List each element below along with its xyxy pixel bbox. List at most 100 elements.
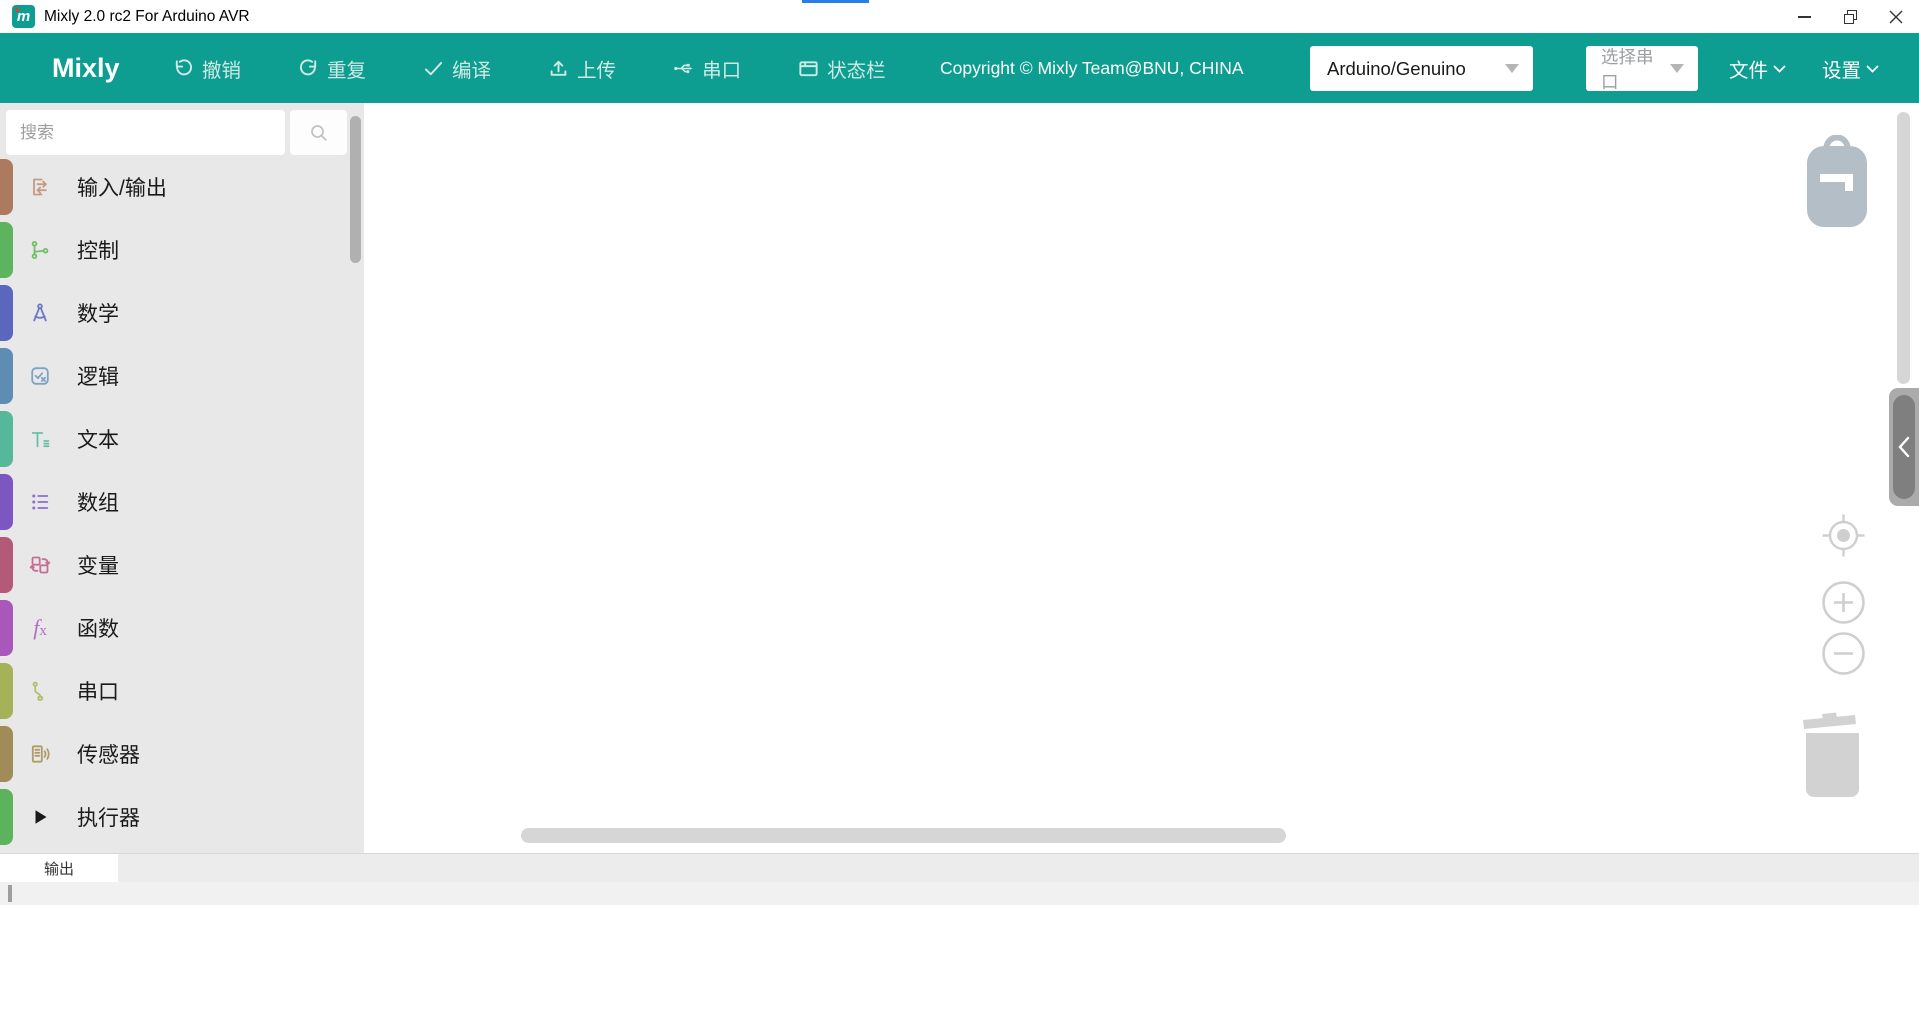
- category-color-bar: [0, 474, 13, 530]
- close-button[interactable]: [1873, 0, 1919, 33]
- zoom-reset-button[interactable]: [1820, 512, 1867, 564]
- output-strip: [0, 882, 1919, 905]
- category-color-bar: [0, 159, 13, 215]
- category-color-bar: [0, 663, 13, 719]
- category-row[interactable]: 串口: [0, 659, 364, 722]
- serial-icon: [25, 676, 55, 706]
- category-label: 逻辑: [77, 361, 119, 391]
- menu-label: 文件: [1729, 54, 1768, 83]
- main-toolbar: Mixly 撤销重复编译上传串口状态栏 Copyright © Mixly Te…: [0, 33, 1919, 103]
- zoom-out-button[interactable]: [1821, 631, 1866, 681]
- chevron-down-icon: [1866, 57, 1879, 80]
- upload-icon: [547, 57, 570, 80]
- undo-icon: [172, 57, 195, 80]
- port-select[interactable]: 选择串口: [1586, 46, 1698, 91]
- category-label: 串口: [77, 676, 119, 706]
- category-label: 输入/输出: [77, 172, 167, 202]
- redo-icon: [297, 57, 320, 80]
- menu-file[interactable]: 文件: [1729, 54, 1786, 83]
- category-label: 函数: [77, 613, 119, 643]
- toolbar-buttons: 撤销 重复 编译 上传 串口 状态栏: [172, 33, 886, 103]
- port-select-placeholder: 选择串口: [1586, 44, 1670, 94]
- toolbar-undo-button[interactable]: 撤销: [172, 54, 241, 83]
- search-icon: [307, 121, 331, 145]
- category-row[interactable]: 输入/输出: [0, 155, 364, 218]
- control-icon: [25, 235, 55, 265]
- category-row[interactable]: 数学: [0, 281, 364, 344]
- canvas-vertical-scrollbar[interactable]: [1897, 112, 1910, 384]
- category-color-bar: [0, 726, 13, 782]
- blocks-sidebar: 输入/输出控制数学逻辑文本数组变量 fx 函数串口传感器执行器: [0, 103, 364, 853]
- trash-icon[interactable]: [1800, 708, 1866, 805]
- usb-icon: [672, 57, 695, 80]
- category-row[interactable]: 逻辑: [0, 344, 364, 407]
- mixly-logo-icon: m: [12, 5, 35, 28]
- toolbar-button-label: 状态栏: [827, 54, 886, 83]
- category-row[interactable]: 数组: [0, 470, 364, 533]
- function-icon: fx: [25, 613, 55, 643]
- category-label: 文本: [77, 424, 119, 454]
- statusbar-icon: [797, 57, 820, 80]
- minimize-button[interactable]: [1781, 0, 1827, 33]
- copyright-text: Copyright © Mixly Team@BNU, CHINA: [940, 33, 1244, 103]
- toolbar-statusbar-button[interactable]: 状态栏: [797, 54, 886, 83]
- category-label: 数组: [77, 487, 119, 517]
- close-icon: [1889, 10, 1903, 24]
- tab-output-label: 输出: [44, 858, 74, 879]
- tab-output[interactable]: 输出: [0, 854, 118, 883]
- chevron-down-icon: [1670, 64, 1684, 73]
- category-row[interactable]: 传感器: [0, 722, 364, 785]
- chevron-down-icon: [1773, 57, 1786, 80]
- category-color-bar: [0, 348, 13, 404]
- toolbar-menus: 文件 设置: [1729, 33, 1879, 103]
- window-controls: [1781, 0, 1919, 33]
- category-row[interactable]: fx 函数: [0, 596, 364, 659]
- window-title: Mixly 2.0 rc2 For Arduino AVR: [44, 0, 250, 33]
- menu-settings[interactable]: 设置: [1822, 54, 1879, 83]
- blockly-workspace[interactable]: [364, 103, 1919, 853]
- expand-code-panel-button[interactable]: [1893, 395, 1915, 499]
- zoom-in-button[interactable]: [1821, 580, 1866, 630]
- category-label: 控制: [77, 235, 119, 265]
- category-color-bar: [0, 789, 13, 845]
- array-icon: [25, 487, 55, 517]
- canvas-horizontal-scrollbar[interactable]: [521, 828, 1286, 843]
- output-caret: [8, 885, 12, 902]
- math-icon: [25, 298, 55, 328]
- backpack-icon[interactable]: [1806, 135, 1868, 233]
- chevron-left-icon: [1897, 435, 1911, 459]
- chevron-down-icon: [1505, 64, 1519, 73]
- category-color-bar: [0, 411, 13, 467]
- zoom-out-icon: [1821, 631, 1866, 676]
- category-row[interactable]: 变量: [0, 533, 364, 596]
- toolbar-redo-button[interactable]: 重复: [297, 54, 366, 83]
- toolbar-button-label: 重复: [327, 54, 366, 83]
- target-icon: [1820, 512, 1867, 559]
- restore-icon: [1844, 10, 1857, 23]
- blue-strip-decoration: [802, 0, 869, 3]
- category-label: 变量: [77, 550, 119, 580]
- zoom-in-icon: [1821, 580, 1866, 625]
- category-row[interactable]: 文本: [0, 407, 364, 470]
- text-icon: [25, 424, 55, 454]
- category-color-bar: [0, 537, 13, 593]
- toolbar-compile-button[interactable]: 编译: [422, 54, 491, 83]
- search-button[interactable]: [290, 110, 347, 155]
- toolbar-button-label: 上传: [577, 54, 616, 83]
- category-label: 传感器: [77, 739, 140, 769]
- logic-icon: [25, 361, 55, 391]
- category-row[interactable]: 执行器: [0, 785, 364, 848]
- titlebar: m Mixly 2.0 rc2 For Arduino AVR: [0, 0, 1919, 33]
- category-row[interactable]: 控制: [0, 218, 364, 281]
- toolbar-button-label: 编译: [452, 54, 491, 83]
- restore-button[interactable]: [1827, 0, 1873, 33]
- toolbar-upload-button[interactable]: 上传: [547, 54, 616, 83]
- toolbar-serial-monitor-button[interactable]: 串口: [672, 54, 741, 83]
- minimize-icon: [1798, 16, 1811, 18]
- board-select[interactable]: Arduino/Genuino: [1310, 46, 1533, 91]
- code-panel-handle: [1889, 388, 1919, 506]
- category-color-bar: [0, 285, 13, 341]
- search-input[interactable]: [6, 110, 285, 155]
- category-label: 执行器: [77, 802, 140, 832]
- board-select-value: Arduino/Genuino: [1310, 58, 1505, 80]
